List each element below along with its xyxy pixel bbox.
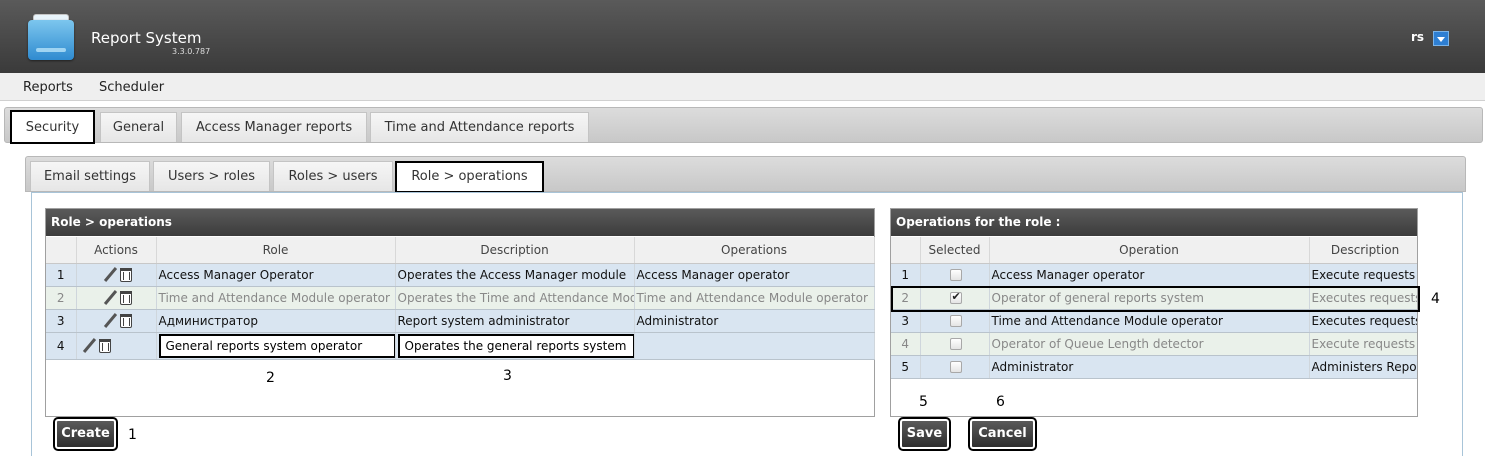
tab-access-manager-reports[interactable]: Access Manager reports xyxy=(181,112,367,142)
col-operations[interactable]: Operations xyxy=(634,237,875,264)
panel-title: Role > operations xyxy=(46,209,874,236)
chevron-down-icon[interactable] xyxy=(1433,31,1449,46)
table-row[interactable]: 3 Time and Attendance Module operator Ex… xyxy=(891,309,1417,333)
trash-icon[interactable] xyxy=(98,338,111,353)
table-row[interactable]: 3 Администратор Report system administra… xyxy=(46,309,875,333)
col-description[interactable]: Description xyxy=(395,237,635,264)
table-row[interactable]: 1 Access Manager operator Execute reques… xyxy=(891,263,1417,287)
trash-icon[interactable] xyxy=(120,290,132,305)
tab-users-roles[interactable]: Users > roles xyxy=(153,161,270,191)
table-row[interactable]: 1 Access Manager Operator Operates the A… xyxy=(46,263,875,287)
col-role[interactable]: Role xyxy=(156,237,396,264)
roles-table: Actions Role Description Operations 1 Ac… xyxy=(46,237,875,360)
trash-icon[interactable] xyxy=(120,313,132,328)
user-name[interactable]: rs xyxy=(1411,30,1424,44)
tab-role-operations[interactable]: Role > operations xyxy=(395,161,544,193)
selected-checkbox[interactable] xyxy=(949,269,962,281)
save-button[interactable]: Save xyxy=(898,417,951,451)
callout-4: 4 xyxy=(1431,291,1440,307)
col-selected[interactable]: Selected xyxy=(920,237,990,264)
col-operation[interactable]: Operation xyxy=(989,237,1310,264)
table-row-editing[interactable]: 4 xyxy=(46,332,875,360)
security-subtabbar: Email settings Users > roles Roles > use… xyxy=(25,156,1466,193)
menu-scheduler[interactable]: Scheduler xyxy=(99,80,164,95)
report-system-window: Report System 3.3.0.787 rs Reports Sched… xyxy=(0,0,1485,456)
selected-checkbox[interactable] xyxy=(949,361,962,373)
col-description[interactable]: Description xyxy=(1309,237,1417,264)
callout-1: 1 xyxy=(128,427,137,443)
tab-security[interactable]: Security xyxy=(10,110,95,144)
tab-time-attendance-reports[interactable]: Time and Attendance reports xyxy=(370,112,589,142)
table-row[interactable]: 5 Administrator Administers Report xyxy=(891,355,1417,379)
main-tabbar: Security General Access Manager reports … xyxy=(4,107,1483,144)
role-operations-panel: Role > operations Actions Role Descripti… xyxy=(45,208,875,417)
table-header: Actions Role Description Operations xyxy=(46,237,875,264)
selected-row-highlight xyxy=(891,286,1420,312)
selected-checkbox[interactable] xyxy=(949,315,962,327)
role-name-input[interactable] xyxy=(158,333,394,358)
create-button[interactable]: Create xyxy=(53,417,118,451)
pencil-icon[interactable] xyxy=(102,313,118,329)
callout-3: 3 xyxy=(503,368,512,384)
tab-roles-users[interactable]: Roles > users xyxy=(273,161,393,191)
trash-icon[interactable] xyxy=(120,267,132,282)
menu-bar: Reports Scheduler xyxy=(0,73,1485,101)
callout-5: 5 xyxy=(919,394,928,410)
tab-general[interactable]: General xyxy=(100,112,177,142)
selected-checkbox[interactable] xyxy=(949,338,962,350)
menu-reports[interactable]: Reports xyxy=(23,80,73,95)
panel-title: Operations for the role : xyxy=(891,209,1417,236)
app-header: Report System 3.3.0.787 rs xyxy=(0,0,1485,73)
table-row[interactable]: 2 Time and Attendance Module operator Op… xyxy=(46,286,875,310)
pencil-icon[interactable] xyxy=(102,267,118,283)
role-description-input[interactable] xyxy=(397,333,633,358)
callout-6: 6 xyxy=(996,394,1005,410)
tab-email-settings[interactable]: Email settings xyxy=(30,161,150,191)
app-version: 3.3.0.787 xyxy=(172,47,211,56)
table-row[interactable]: 4 Operator of Queue Length detector Exec… xyxy=(891,332,1417,356)
pencil-icon[interactable] xyxy=(81,338,97,354)
app-title: Report System xyxy=(91,29,202,47)
pencil-icon[interactable] xyxy=(102,290,118,306)
callout-2: 2 xyxy=(266,370,275,386)
table-header: Selected Operation Description xyxy=(891,237,1417,264)
operations-for-role-panel: Operations for the role : Selected Opera… xyxy=(890,208,1418,417)
cancel-button[interactable]: Cancel xyxy=(968,417,1037,451)
folder-icon xyxy=(28,14,74,60)
col-actions[interactable]: Actions xyxy=(76,237,157,264)
